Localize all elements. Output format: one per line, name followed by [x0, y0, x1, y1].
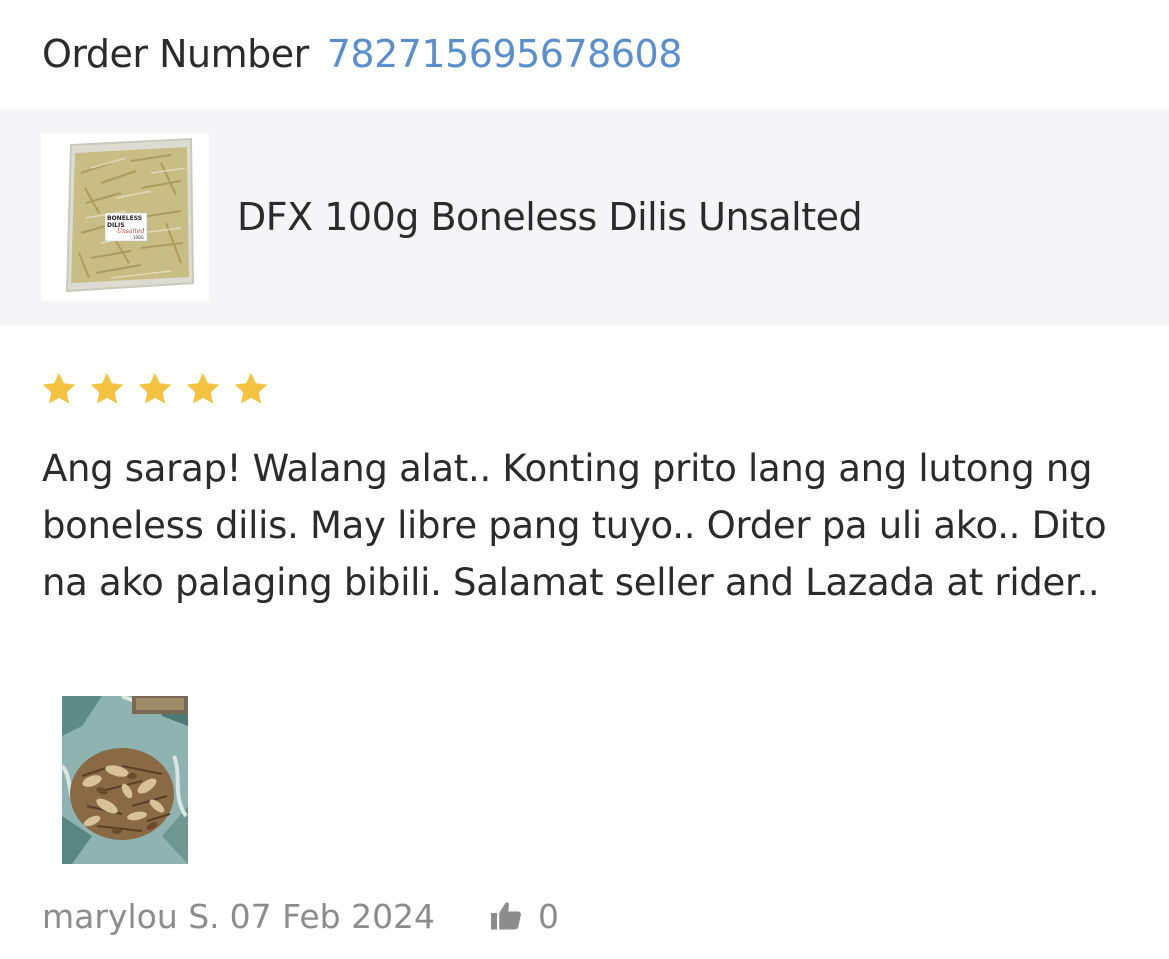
review-photo-image	[62, 696, 188, 864]
thumbs-up-icon[interactable]	[488, 898, 524, 934]
review-meta: marylou S. 07 Feb 2024	[42, 894, 435, 938]
order-number-label: Order Number	[42, 32, 309, 76]
star-icon	[234, 372, 268, 404]
order-number-link[interactable]: 782715695678608	[327, 32, 683, 76]
star-icon	[138, 372, 172, 404]
review-date: 07 Feb 2024	[229, 896, 436, 936]
like-count: 0	[538, 896, 559, 936]
review-text: Ang sarap! Walang alat.. Konting prito l…	[42, 447, 1107, 604]
package-label-line3: Unsalted	[117, 228, 144, 235]
product-package-image: BONELESS DILIS Unsalted 100G	[65, 137, 195, 293]
star-icon	[186, 372, 220, 404]
review-photo[interactable]	[62, 696, 188, 864]
package-label-line1: BONELESS	[107, 215, 142, 222]
like-button[interactable]: 0	[488, 894, 559, 938]
order-number-row: Order Number 782715695678608	[42, 28, 682, 80]
product-panel[interactable]: BONELESS DILIS Unsalted 100G DFX 100g Bo…	[0, 109, 1169, 325]
star-icon	[42, 372, 76, 404]
product-name[interactable]: DFX 100g Boneless Dilis Unsalted	[237, 195, 863, 239]
package-label-line4: 100G	[133, 235, 144, 240]
rating-stars	[40, 370, 270, 408]
reviewer-name: marylou S.	[42, 896, 220, 936]
product-thumbnail[interactable]: BONELESS DILIS Unsalted 100G	[41, 133, 209, 301]
star-icon	[90, 372, 124, 404]
